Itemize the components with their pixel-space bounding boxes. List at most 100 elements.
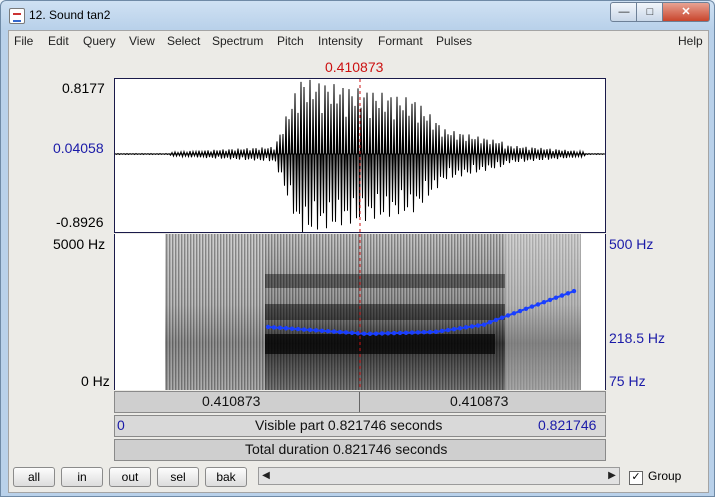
waveform-trace [115, 79, 605, 232]
spectrogram-min-freq: 0 Hz [81, 373, 110, 389]
total-duration-bar[interactable]: Total duration 0.821746 seconds [114, 439, 606, 461]
pitch-point [439, 328, 445, 334]
pitch-point [319, 328, 325, 333]
waveform-mid-label: 0.04058 [53, 140, 104, 156]
pitch-point [541, 299, 547, 305]
menu-view[interactable]: View [129, 34, 155, 48]
pitch-point [457, 326, 463, 331]
pitch-point [397, 330, 403, 336]
pitch-point [301, 327, 307, 332]
pitch-point [283, 326, 289, 331]
praat-app-icon [9, 8, 25, 24]
menu-edit[interactable]: Edit [48, 34, 69, 48]
pitch-point [373, 331, 379, 336]
pitch-point [445, 327, 451, 333]
menu-help[interactable]: Help [678, 34, 703, 48]
pitch-point [277, 325, 283, 331]
selection-divider [359, 392, 360, 412]
menu-query[interactable]: Query [83, 34, 116, 48]
menu-formant[interactable]: Formant [378, 34, 423, 48]
menu-pulses[interactable]: Pulses [436, 34, 472, 48]
pitch-point [553, 295, 559, 300]
menu-intensity[interactable]: Intensity [318, 34, 363, 48]
pitch-point [517, 308, 523, 314]
pitch-point [361, 331, 367, 336]
selection-right-duration: 0.410873 [450, 393, 509, 409]
maximize-button[interactable]: □ [636, 2, 664, 22]
total-duration-label: Total duration 0.821746 seconds [245, 441, 448, 457]
pitch-point [337, 329, 343, 335]
pitch-point [451, 326, 457, 332]
pitch-point [499, 315, 505, 320]
group-label: Group [648, 469, 682, 483]
zoom-back-button[interactable]: bak [205, 467, 247, 487]
pitch-point [313, 328, 319, 333]
menu-pitch[interactable]: Pitch [277, 34, 304, 48]
pitch-point [469, 324, 475, 329]
pitch-point [463, 325, 469, 330]
editor-client-area: File Edit Query View Select Spectrum Pit… [8, 30, 709, 493]
horizontal-scrollbar[interactable]: ◀ ▶ [258, 467, 620, 485]
pitch-point [289, 326, 295, 331]
pitch-point [325, 329, 331, 334]
pitch-point [511, 311, 517, 316]
spectrogram-max-freq: 5000 Hz [53, 236, 106, 252]
minimize-button[interactable]: — [610, 2, 638, 22]
selection-bar[interactable]: 0.410873 0.410873 [114, 391, 606, 413]
pitch-point [559, 293, 565, 298]
pitch-point [349, 330, 355, 336]
menu-spectrum[interactable]: Spectrum [212, 34, 263, 48]
scroll-right-arrow-icon[interactable]: ▶ [605, 468, 619, 484]
pitch-point [307, 327, 313, 333]
selection-left-duration: 0.410873 [202, 393, 261, 409]
visible-part-bar[interactable]: 0 Visible part 0.821746 seconds 0.821746 [114, 415, 606, 437]
pitch-point [367, 331, 373, 337]
pitch-point [295, 326, 301, 332]
menu-bar: File Edit Query View Select Spectrum Pit… [9, 31, 708, 51]
pitch-mid-label: 218.5 Hz [609, 330, 666, 346]
visible-part-label: Visible part 0.821746 seconds [255, 417, 443, 433]
pitch-point [535, 302, 541, 307]
close-button[interactable]: ✕ [662, 2, 710, 22]
title-bar: 12. Sound tan2 — □ ✕ [1, 1, 714, 29]
pitch-point [529, 304, 535, 309]
menu-select[interactable]: Select [167, 34, 200, 48]
pitch-point [571, 288, 577, 294]
zoom-in-button[interactable]: in [61, 467, 103, 487]
zoom-out-button[interactable]: out [109, 467, 151, 487]
pitch-point [505, 313, 511, 318]
menu-file[interactable]: File [14, 34, 33, 48]
pitch-point [385, 331, 391, 336]
pitch-point [409, 330, 415, 335]
pitch-point [493, 317, 499, 323]
spectrogram-panel[interactable] [114, 234, 606, 390]
zoom-sel-button[interactable]: sel [157, 467, 199, 487]
pitch-max-label: 500 Hz [609, 236, 654, 252]
pitch-point [565, 291, 571, 296]
cursor-time-label: 0.410873 [325, 59, 384, 75]
pitch-point [523, 306, 529, 312]
pitch-point [427, 329, 433, 335]
waveform-svg [115, 79, 605, 232]
pitch-point [403, 330, 409, 335]
scroll-left-arrow-icon[interactable]: ◀ [259, 468, 273, 484]
praat-sound-window: 12. Sound tan2 — □ ✕ File Edit Query Vie… [0, 0, 715, 497]
visible-end: 0.821746 [538, 417, 597, 433]
waveform-panel[interactable] [114, 78, 606, 233]
window-title: 12. Sound tan2 [29, 8, 111, 22]
waveform-max-label: 0.8177 [62, 80, 105, 96]
waveform-min-label: -0.8926 [56, 214, 104, 230]
pitch-point [271, 325, 277, 330]
pitch-point [433, 329, 439, 335]
pitch-point [379, 331, 385, 336]
pitch-point [547, 297, 553, 303]
pitch-point [481, 322, 487, 327]
group-checkbox[interactable]: ✓ [629, 471, 643, 485]
zoom-all-button[interactable]: all [13, 467, 55, 487]
pitch-point [487, 319, 493, 325]
pitch-point [343, 330, 349, 335]
pitch-point [331, 329, 337, 334]
pitch-point [391, 330, 397, 336]
pitch-point [415, 330, 421, 335]
spectrogram-svg [165, 234, 581, 390]
